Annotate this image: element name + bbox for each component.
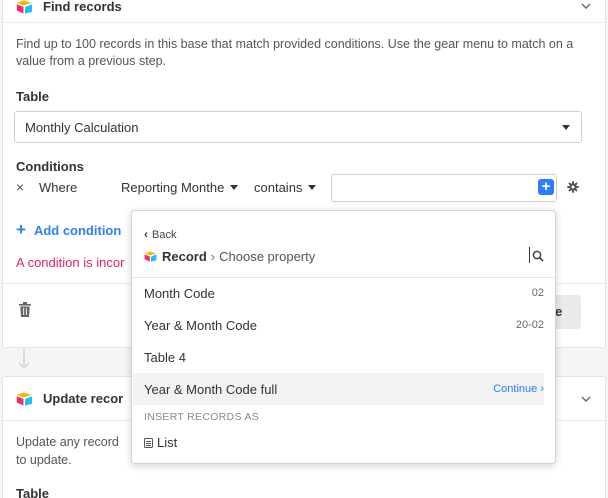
dropdown-arrow-icon xyxy=(562,125,570,130)
property-item-preview: 20-02 xyxy=(515,319,544,331)
dropdown-arrow-icon xyxy=(230,185,239,190)
property-item-label: Year & Month Code xyxy=(144,317,257,333)
table-select-value: Monthly Calculation xyxy=(25,119,139,135)
dropdown-arrow-icon xyxy=(308,185,317,190)
continue-link[interactable]: Continue › xyxy=(493,383,544,395)
arrow-down-icon xyxy=(18,362,30,369)
condition-field-value: Reporting Monthe xyxy=(121,180,225,195)
condition-value-input[interactable] xyxy=(331,174,557,202)
property-item-highlighted[interactable]: Year & Month Code full Continue › xyxy=(133,373,544,405)
back-button[interactable]: ‹ Back xyxy=(144,227,176,241)
gear-icon[interactable] xyxy=(567,181,579,193)
airtable-logo-icon xyxy=(144,251,157,262)
chevron-down-icon[interactable] xyxy=(581,394,591,404)
conditions-label: Conditions xyxy=(16,159,84,174)
property-item[interactable]: Year & Month Code 20-02 xyxy=(133,309,544,341)
insert-value-button[interactable]: + xyxy=(538,179,554,195)
find-records-description: Find up to 100 records in this base that… xyxy=(16,37,574,68)
breadcrumb: Record › Choose property xyxy=(144,249,315,264)
update-record-description-line2: to update. xyxy=(16,453,72,467)
airtable-logo-icon xyxy=(16,0,32,13)
chevron-left-icon: ‹ xyxy=(144,227,148,241)
table-label: Table xyxy=(16,486,49,498)
property-item[interactable]: Table 4 xyxy=(133,341,544,373)
property-item-label: Month Code xyxy=(144,285,215,301)
insert-as-list-option[interactable]: List xyxy=(144,435,177,450)
back-label: Back xyxy=(152,229,177,241)
breadcrumb-choose-property: Choose property xyxy=(219,249,316,264)
table-label: Table xyxy=(16,89,49,104)
add-condition-button[interactable]: + Add condition xyxy=(16,220,121,240)
where-label: Where xyxy=(39,180,78,195)
table-select[interactable]: Monthly Calculation xyxy=(14,111,582,143)
condition-row: × Where Reporting Monthe contains xyxy=(3,173,607,202)
trash-icon[interactable] xyxy=(19,302,31,317)
breadcrumb-record: Record xyxy=(162,249,207,264)
condition-error-message: A condition is incor xyxy=(16,255,125,270)
list-icon xyxy=(144,437,153,448)
condition-field-select[interactable]: Reporting Monthe xyxy=(121,180,239,195)
update-record-title: Update recor xyxy=(43,391,124,406)
breadcrumb-separator: › xyxy=(210,249,216,264)
search-caret[interactable] xyxy=(529,247,530,263)
list-label: List xyxy=(157,435,178,450)
condition-operator-value: contains xyxy=(254,180,303,195)
update-record-description: Update any record xyxy=(16,435,119,449)
search-icon[interactable] xyxy=(532,250,544,262)
property-picker-popover: ‹ Back Record › Choose property Month Code … xyxy=(131,210,556,464)
plus-icon: + xyxy=(16,220,26,239)
property-item-preview: 02 xyxy=(531,287,544,299)
property-item-label: Table 4 xyxy=(144,349,186,365)
airtable-logo-icon xyxy=(16,392,32,405)
condition-operator-select[interactable]: contains xyxy=(254,180,317,195)
property-item-label: Year & Month Code full xyxy=(144,381,278,397)
remove-condition-icon[interactable]: × xyxy=(16,179,24,195)
insert-records-section-header: INSERT RECORDS AS xyxy=(144,411,259,423)
property-item[interactable]: Month Code 02 xyxy=(133,277,544,309)
chevron-down-icon[interactable] xyxy=(581,1,591,11)
find-records-title: Find records xyxy=(43,0,122,14)
find-records-header[interactable]: Find records xyxy=(3,0,605,23)
add-condition-label: Add condition xyxy=(33,223,122,238)
